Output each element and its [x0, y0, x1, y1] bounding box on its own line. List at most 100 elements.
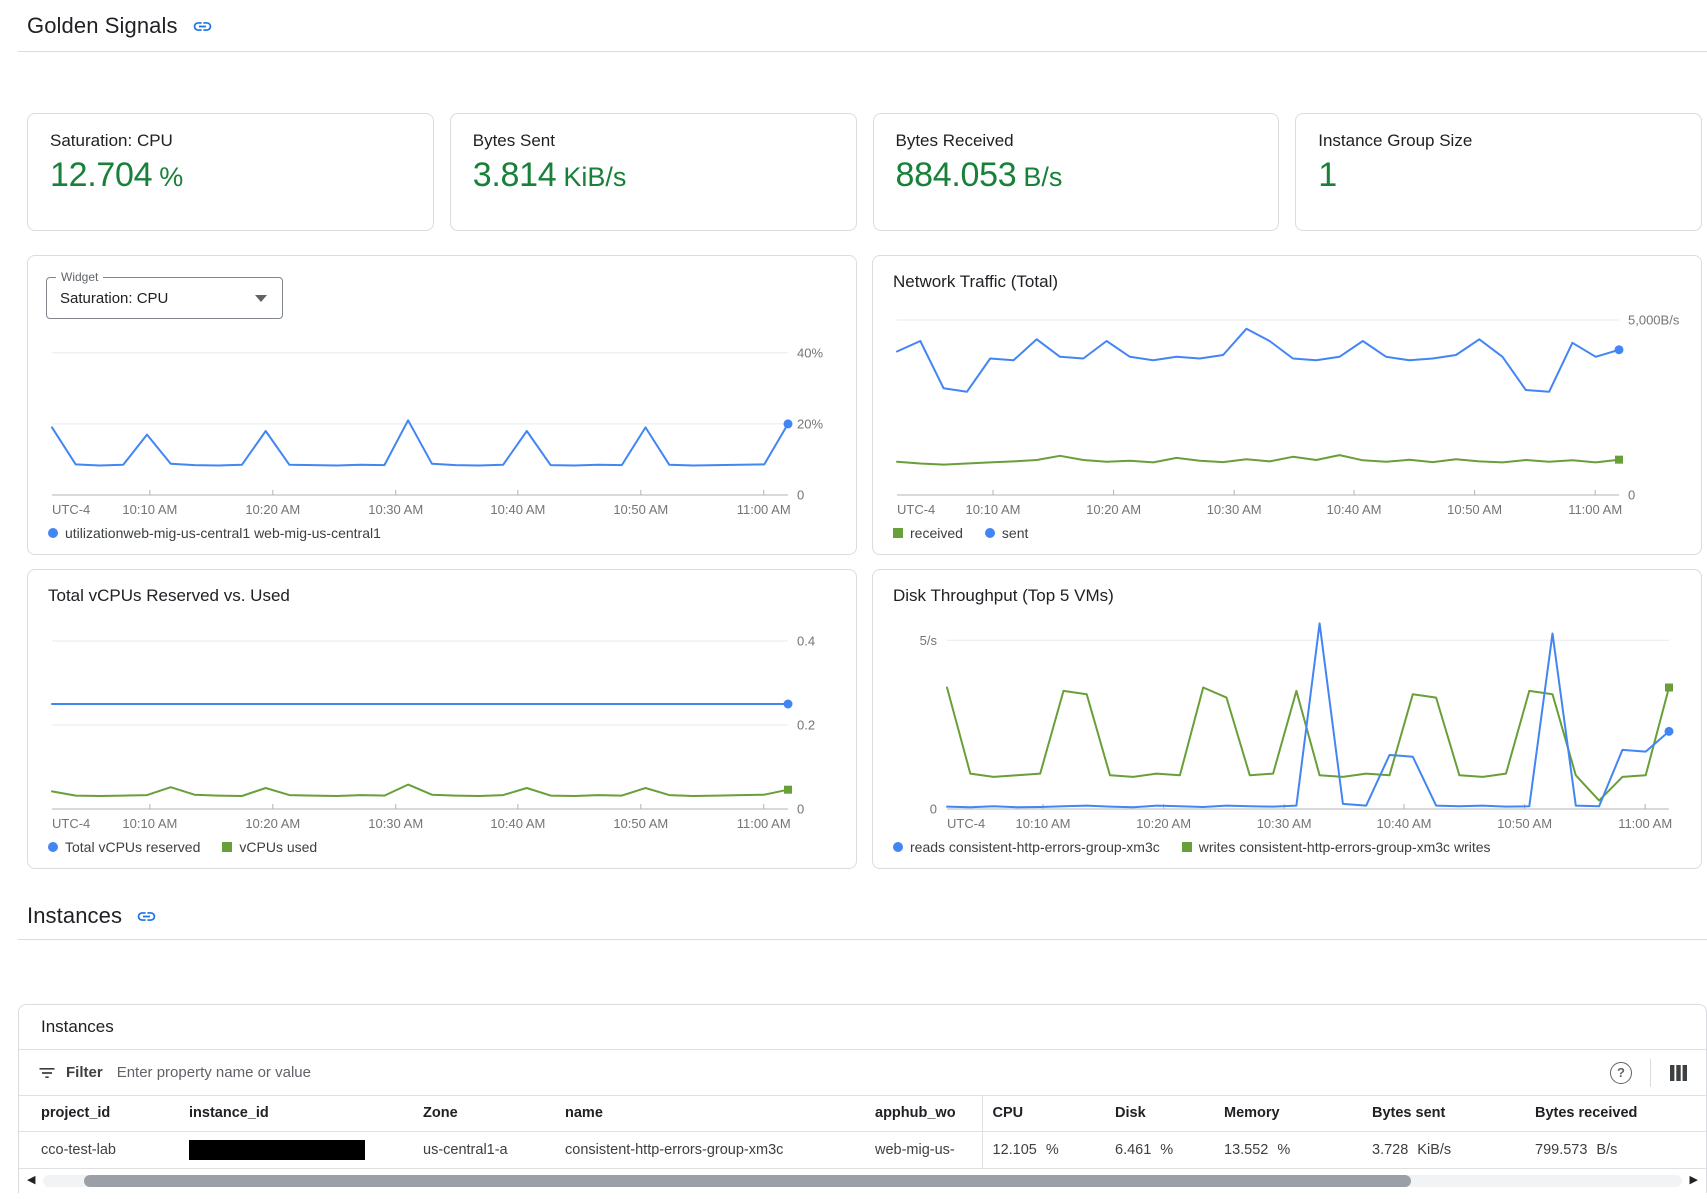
hscroll-thumb[interactable]	[84, 1175, 1411, 1187]
filter-input[interactable]	[117, 1064, 1610, 1081]
scorecard-label: Bytes Received	[896, 131, 1257, 151]
svg-text:10:20 AM: 10:20 AM	[245, 502, 300, 517]
filter-icon[interactable]	[37, 1063, 57, 1083]
table-header-row: project_id instance_id Zone name apphub_…	[19, 1096, 1706, 1131]
legend-item[interactable]: reads consistent-http-errors-group-xm3c	[893, 839, 1160, 855]
svg-text:0: 0	[797, 802, 804, 817]
scorecard-value: 1	[1318, 156, 1337, 195]
legend-label: vCPUs used	[239, 839, 317, 855]
svg-text:UTC-4: UTC-4	[52, 502, 90, 517]
filter-label[interactable]: Filter	[66, 1064, 103, 1081]
column-header-memory[interactable]: Memory	[1214, 1096, 1362, 1131]
network-traffic-chart[interactable]: 5,000B/s0UTC-410:10 AM10:20 AM10:30 AM10…	[889, 292, 1685, 521]
column-header-bytes-received[interactable]: Bytes received	[1525, 1096, 1706, 1131]
chart-card-vcpus: Total vCPUs Reserved vs. Used 0.40.20UTC…	[27, 569, 857, 869]
scorecard-saturation-cpu: Saturation: CPU 12.704 %	[27, 113, 434, 231]
legend-item[interactable]: writes consistent-http-errors-group-xm3c…	[1182, 839, 1491, 855]
chart-title: Disk Throughput (Top 5 VMs)	[893, 586, 1685, 606]
legend-label: writes consistent-http-errors-group-xm3c…	[1199, 839, 1491, 855]
hscroll-left-arrow[interactable]: ◀	[27, 1175, 35, 1186]
cell-zone: us-central1-a	[413, 1131, 555, 1168]
scorecard-value: 12.704	[50, 156, 152, 195]
legend-label: Total vCPUs reserved	[65, 839, 200, 855]
legend-item[interactable]: received	[893, 525, 963, 541]
column-header-apphub[interactable]: apphub_wo	[865, 1096, 982, 1131]
chart-card-disk-throughput: Disk Throughput (Top 5 VMs) 5/s0UTC-410:…	[872, 569, 1702, 869]
instances-table: project_id instance_id Zone name apphub_…	[19, 1096, 1706, 1169]
legend-dot-marker	[48, 528, 58, 538]
hscroll-bar[interactable]	[43, 1175, 1681, 1187]
column-header-cpu[interactable]: CPU	[982, 1096, 1105, 1131]
legend-square-marker	[222, 842, 232, 852]
svg-text:10:20 AM: 10:20 AM	[245, 816, 300, 831]
column-header-disk[interactable]: Disk	[1105, 1096, 1214, 1131]
golden-signals-header: Golden Signals	[18, 0, 1707, 52]
scorecard-label: Instance Group Size	[1318, 131, 1679, 151]
column-header-project-id[interactable]: project_id	[19, 1096, 179, 1131]
svg-text:10:40 AM: 10:40 AM	[490, 816, 545, 831]
divider	[1650, 1059, 1651, 1087]
column-display-icon[interactable]	[1669, 1064, 1688, 1082]
golden-signals-title: Golden Signals	[27, 13, 178, 39]
legend-item[interactable]: utilizationweb-mig-us-central1 web-mig-u…	[48, 525, 381, 541]
section-link-icon[interactable]	[136, 906, 157, 927]
cell-memory: 13.552%	[1214, 1131, 1362, 1168]
scorecard-label: Saturation: CPU	[50, 131, 411, 151]
svg-text:0.2: 0.2	[797, 718, 815, 733]
svg-text:10:10 AM: 10:10 AM	[966, 502, 1021, 517]
column-header-bytes-sent[interactable]: Bytes sent	[1362, 1096, 1525, 1131]
section-link-icon[interactable]	[192, 16, 213, 37]
saturation-cpu-legend: utilizationweb-mig-us-central1 web-mig-u…	[48, 521, 840, 545]
saturation-cpu-chart[interactable]: 40%20%0UTC-410:10 AM10:20 AM10:30 AM10:4…	[44, 321, 840, 521]
instances-title: Instances	[27, 903, 122, 929]
svg-text:UTC-4: UTC-4	[947, 816, 985, 831]
disk-throughput-chart[interactable]: 5/s0UTC-410:10 AM10:20 AM10:30 AM10:40 A…	[889, 606, 1685, 835]
instances-header: Instances	[18, 897, 1707, 940]
svg-text:10:30 AM: 10:30 AM	[368, 816, 423, 831]
legend-label: utilizationweb-mig-us-central1 web-mig-u…	[65, 525, 381, 541]
svg-text:10:50 AM: 10:50 AM	[613, 816, 668, 831]
widget-select[interactable]: Widget Saturation: CPU	[46, 277, 283, 319]
scorecard-label: Bytes Sent	[473, 131, 834, 151]
scorecard-instance-group-size: Instance Group Size 1	[1295, 113, 1702, 231]
svg-text:10:10 AM: 10:10 AM	[122, 816, 177, 831]
svg-text:10:50 AM: 10:50 AM	[1447, 502, 1502, 517]
svg-text:40%: 40%	[797, 345, 823, 360]
cell-project-id: cco-test-lab	[19, 1131, 179, 1168]
chevron-down-icon	[255, 295, 267, 302]
filter-row: Filter ?	[19, 1050, 1706, 1096]
hscroll-track: ◀ ▶	[19, 1169, 1706, 1193]
legend-label: sent	[1002, 525, 1028, 541]
cell-instance-id	[179, 1131, 413, 1168]
scorecard-unit: %	[159, 162, 183, 193]
legend-item[interactable]: Total vCPUs reserved	[48, 839, 200, 855]
svg-text:11:00 AM: 11:00 AM	[1618, 816, 1672, 831]
svg-text:10:30 AM: 10:30 AM	[1257, 816, 1312, 831]
network-traffic-legend: received sent	[893, 521, 1685, 545]
chart-card-network-traffic: Network Traffic (Total) 5,000B/s0UTC-410…	[872, 255, 1702, 555]
column-header-instance-id[interactable]: instance_id	[179, 1096, 413, 1131]
cell-cpu: 12.105%	[982, 1131, 1105, 1168]
scorecard-value: 884.053	[896, 156, 1017, 195]
instances-table-card: Instances Filter ? project_id instance_i…	[18, 1004, 1707, 1193]
scorecard-bytes-received: Bytes Received 884.053 B/s	[873, 113, 1280, 231]
vcpus-chart[interactable]: 0.40.20UTC-410:10 AM10:20 AM10:30 AM10:4…	[44, 606, 840, 835]
legend-square-marker	[893, 528, 903, 538]
chart-title: Total vCPUs Reserved vs. Used	[48, 586, 840, 606]
scorecard-unit: B/s	[1023, 162, 1062, 193]
svg-text:10:30 AM: 10:30 AM	[1207, 502, 1262, 517]
column-header-name[interactable]: name	[555, 1096, 865, 1131]
cell-name: consistent-http-errors-group-xm3c	[555, 1131, 865, 1168]
legend-dot-marker	[985, 528, 995, 538]
table-row[interactable]: cco-test-lab us-central1-a consistent-ht…	[19, 1131, 1706, 1168]
legend-dot-marker	[893, 842, 903, 852]
svg-text:0: 0	[797, 488, 804, 503]
legend-item[interactable]: sent	[985, 525, 1028, 541]
hscroll-right-arrow[interactable]: ▶	[1690, 1175, 1698, 1186]
widget-select-label: Widget	[56, 270, 103, 284]
legend-item[interactable]: vCPUs used	[222, 839, 317, 855]
help-icon[interactable]: ?	[1610, 1062, 1632, 1084]
svg-text:10:40 AM: 10:40 AM	[490, 502, 545, 517]
column-header-zone[interactable]: Zone	[413, 1096, 555, 1131]
cell-disk: 6.461%	[1105, 1131, 1214, 1168]
